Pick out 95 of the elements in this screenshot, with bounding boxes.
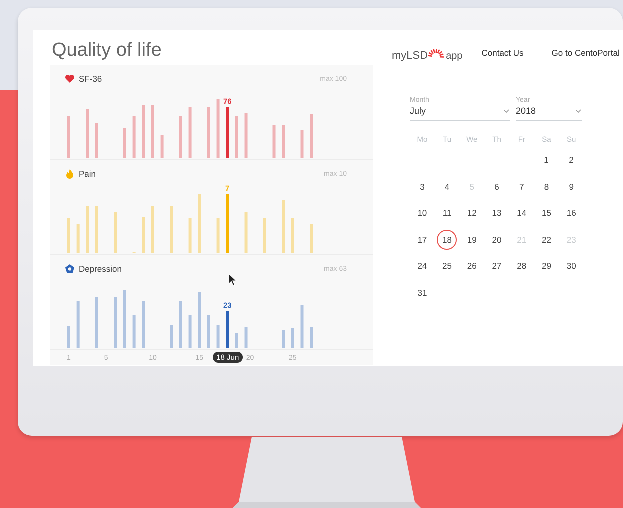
calendar-day[interactable]: 22 <box>536 230 557 250</box>
calendar-day[interactable]: 9 <box>562 176 582 196</box>
bar <box>216 325 220 348</box>
bar <box>207 107 210 158</box>
bar <box>86 206 90 253</box>
bar <box>123 128 126 158</box>
bar <box>142 217 146 253</box>
bar <box>151 206 154 253</box>
bar <box>300 130 304 158</box>
bar <box>96 123 98 158</box>
bar <box>132 116 136 158</box>
flower-icon <box>65 264 75 274</box>
bar <box>188 218 192 253</box>
bar <box>244 113 248 158</box>
heart-icon <box>65 74 75 84</box>
bar <box>68 116 70 158</box>
nav-link[interactable]: Contact Us <box>482 48 524 58</box>
calendar-day[interactable]: 19 <box>462 230 482 250</box>
page-title: Quality of life <box>52 40 163 61</box>
bar <box>198 292 202 348</box>
bar <box>123 290 126 348</box>
calendar-day[interactable]: 27 <box>487 256 507 276</box>
bar <box>76 224 80 253</box>
bar <box>235 333 238 348</box>
cursor-icon <box>229 274 237 286</box>
bar <box>68 218 70 253</box>
bar <box>114 212 118 253</box>
bar <box>132 315 136 348</box>
chevron-icon <box>575 109 582 114</box>
bar <box>300 305 304 348</box>
bar <box>310 224 314 253</box>
logo-text: myLSD <box>392 50 428 62</box>
bar <box>160 135 164 158</box>
calendar-day[interactable]: 8 <box>536 176 557 196</box>
calendar-day[interactable]: 12 <box>462 203 482 223</box>
bar <box>244 212 248 253</box>
bar <box>282 200 286 253</box>
bar <box>142 105 146 158</box>
calendar-day[interactable]: 16 <box>562 203 582 223</box>
calendar-day[interactable]: 30 <box>562 256 582 276</box>
bar <box>310 327 314 348</box>
bar <box>188 107 192 158</box>
calendar-day[interactable]: 24 <box>412 256 432 276</box>
calendar-day[interactable]: 28 <box>512 256 532 276</box>
bar <box>86 109 90 158</box>
calendar-day[interactable]: 15 <box>536 203 557 223</box>
bar <box>207 315 210 348</box>
bar <box>68 326 70 348</box>
bar <box>170 325 174 348</box>
metric-name: SF-36 <box>79 74 102 84</box>
bar <box>310 114 314 158</box>
bar <box>96 206 98 253</box>
bar <box>244 327 248 348</box>
calendar-day[interactable]: 2 <box>562 150 582 170</box>
calendar-day[interactable]: 11 <box>437 203 458 223</box>
bar <box>76 301 80 348</box>
calendar-day[interactable]: 25 <box>437 256 458 276</box>
bar <box>179 116 182 158</box>
bar <box>170 206 174 253</box>
bar <box>188 315 192 348</box>
bar <box>263 218 266 253</box>
calendar-day[interactable]: 14 <box>512 203 532 223</box>
bar <box>235 116 238 158</box>
calendar-day[interactable]: 10 <box>412 203 432 223</box>
bar <box>151 105 154 158</box>
calendar-day[interactable]: 6 <box>487 176 507 196</box>
calendar-day[interactable]: 18 <box>437 230 458 250</box>
bar <box>216 218 220 253</box>
calendar-day[interactable]: 3 <box>412 176 432 196</box>
bar <box>96 297 98 348</box>
calendar-day[interactable]: 31 <box>412 282 432 302</box>
bar <box>198 194 202 253</box>
calendar-day[interactable]: 20 <box>487 230 507 250</box>
metric-name: Depression <box>79 264 122 274</box>
calendar-day[interactable]: 13 <box>487 203 507 223</box>
metric-name: Pain <box>79 169 96 179</box>
calendar-day[interactable]: 1 <box>536 150 556 170</box>
logo-text: app <box>446 51 463 62</box>
chevron-icon <box>503 109 510 114</box>
bar <box>291 218 294 253</box>
bar <box>142 301 146 348</box>
bar <box>282 125 286 158</box>
bar <box>114 297 118 348</box>
calendar-day[interactable]: 29 <box>536 256 557 276</box>
calendar-day[interactable]: 17 <box>412 230 432 250</box>
flame-icon <box>65 169 75 179</box>
nav-link[interactable]: Go to CentoPortal <box>552 48 620 58</box>
calendar-day[interactable]: 7 <box>512 176 532 196</box>
calendar-day[interactable]: 4 <box>437 176 458 196</box>
bar <box>272 125 276 158</box>
bar <box>179 301 182 348</box>
bar <box>282 330 286 348</box>
bar <box>291 328 294 348</box>
bar <box>216 99 220 158</box>
calendar-day[interactable]: 26 <box>462 256 482 276</box>
